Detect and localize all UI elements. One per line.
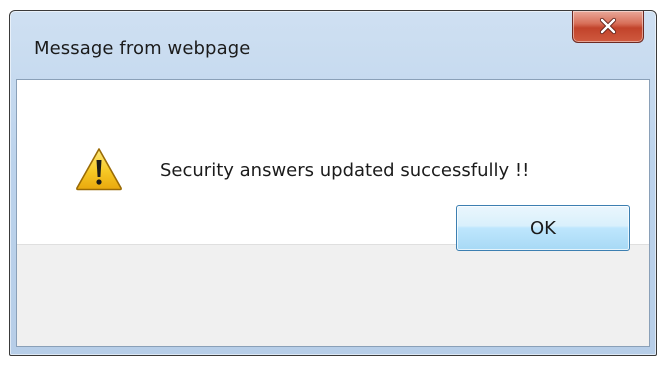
- close-icon: [599, 17, 617, 34]
- warning-icon: [76, 148, 122, 191]
- message-text: Security answers updated successfully !!: [160, 160, 530, 181]
- close-button[interactable]: [572, 11, 644, 43]
- ok-button[interactable]: OK: [456, 205, 630, 251]
- button-bar: [17, 244, 649, 346]
- message-dialog: Message from webpage Security answers up…: [9, 10, 657, 356]
- dialog-title: Message from webpage: [34, 38, 251, 59]
- page-background: [0, 0, 667, 10]
- dialog-titlebar[interactable]: Message from webpage: [10, 11, 656, 79]
